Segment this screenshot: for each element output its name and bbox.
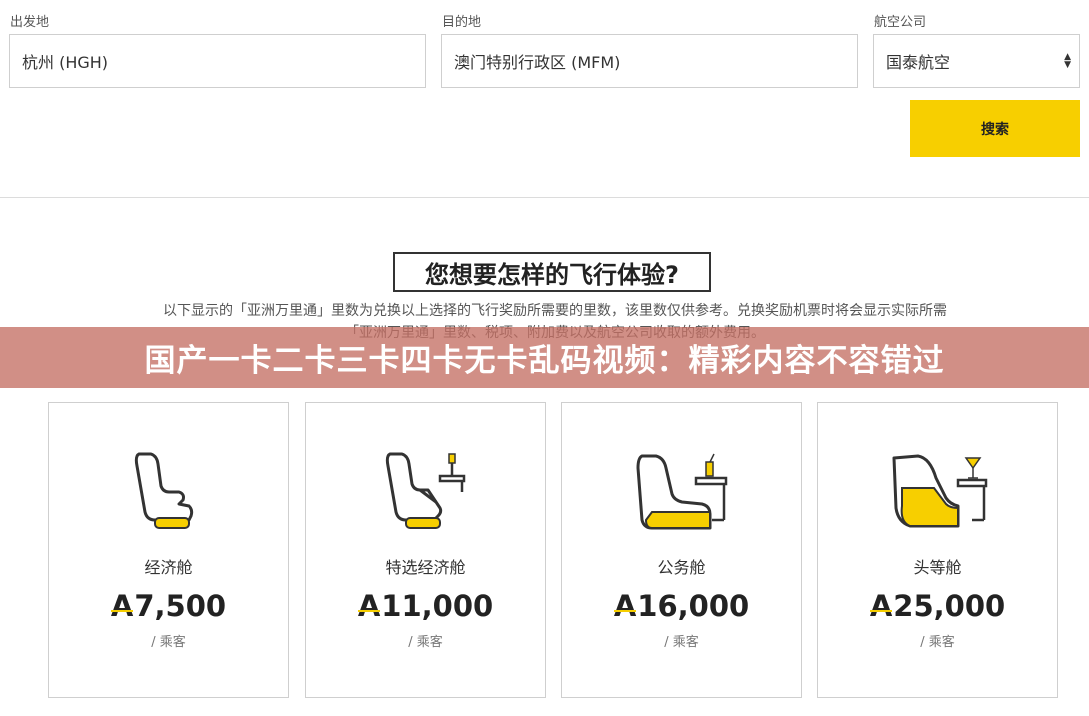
business-seat-icon xyxy=(636,453,728,530)
price-unit: / 乘客 xyxy=(920,635,955,650)
asia-miles-currency-icon: A xyxy=(357,589,381,623)
origin-input[interactable]: 杭州 (HGH) xyxy=(9,34,426,88)
airline-select[interactable]: 国泰航空 ▲ ▼ xyxy=(873,34,1080,88)
cabin-name: 公务舱 xyxy=(657,558,706,577)
cabin-name: 头等舱 xyxy=(913,558,962,577)
search-button[interactable]: 搜索 xyxy=(910,100,1080,157)
destination-value: 澳门特别行政区 (MFM) xyxy=(454,53,621,72)
cabin-price: A11,000 xyxy=(306,589,545,623)
asia-miles-currency-icon: A xyxy=(110,589,134,623)
price-unit: / 乘客 xyxy=(408,635,443,650)
origin-label: 出发地 xyxy=(10,15,50,30)
cabin-name: 特选经济舱 xyxy=(385,558,466,577)
first-class-seat-icon xyxy=(892,454,988,528)
section-heading: 您想要怎样的飞行体验? xyxy=(393,252,711,292)
cabin-card-business[interactable]: 公务舱 A16,000 / 乘客 xyxy=(561,402,802,698)
cabin-name: 经济舱 xyxy=(144,558,193,577)
cabin-price: A25,000 xyxy=(818,589,1057,623)
cabin-card-premium-economy[interactable]: 特选经济舱 A11,000 / 乘客 xyxy=(305,402,546,698)
airline-label: 航空公司 xyxy=(874,15,927,30)
destination-input[interactable]: 澳门特别行政区 (MFM) xyxy=(441,34,858,88)
premium-economy-seat-icon xyxy=(385,452,466,529)
cabin-price: A7,500 xyxy=(49,589,288,623)
price-value: 11,000 xyxy=(381,589,494,623)
cabin-price: A16,000 xyxy=(562,589,801,623)
price-value: 25,000 xyxy=(893,589,1006,623)
cabin-card-economy[interactable]: 经济舱 A7,500 / 乘客 xyxy=(48,402,289,698)
price-value: 16,000 xyxy=(637,589,750,623)
economy-seat-icon xyxy=(134,452,194,529)
cabin-card-first[interactable]: 头等舱 A25,000 / 乘客 xyxy=(817,402,1058,698)
overlay-banner: 国产一卡二卡三卡四卡无卡乱码视频：精彩内容不容错过 xyxy=(0,327,1089,388)
section-divider xyxy=(0,197,1089,198)
description-line-1: 以下显示的「亚洲万里通」里数为兑换以上选择的飞行奖励所需要的里数，该里数仅供参考… xyxy=(163,303,947,319)
airline-value: 国泰航空 xyxy=(886,53,951,72)
asia-miles-currency-icon: A xyxy=(613,589,637,623)
price-value: 7,500 xyxy=(134,589,227,623)
select-arrows-icon: ▲ ▼ xyxy=(1064,52,1071,70)
price-unit: / 乘客 xyxy=(664,635,699,650)
origin-value: 杭州 (HGH) xyxy=(22,53,109,72)
price-unit: / 乘客 xyxy=(151,635,186,650)
destination-label: 目的地 xyxy=(442,15,482,30)
asia-miles-currency-icon: A xyxy=(869,589,893,623)
